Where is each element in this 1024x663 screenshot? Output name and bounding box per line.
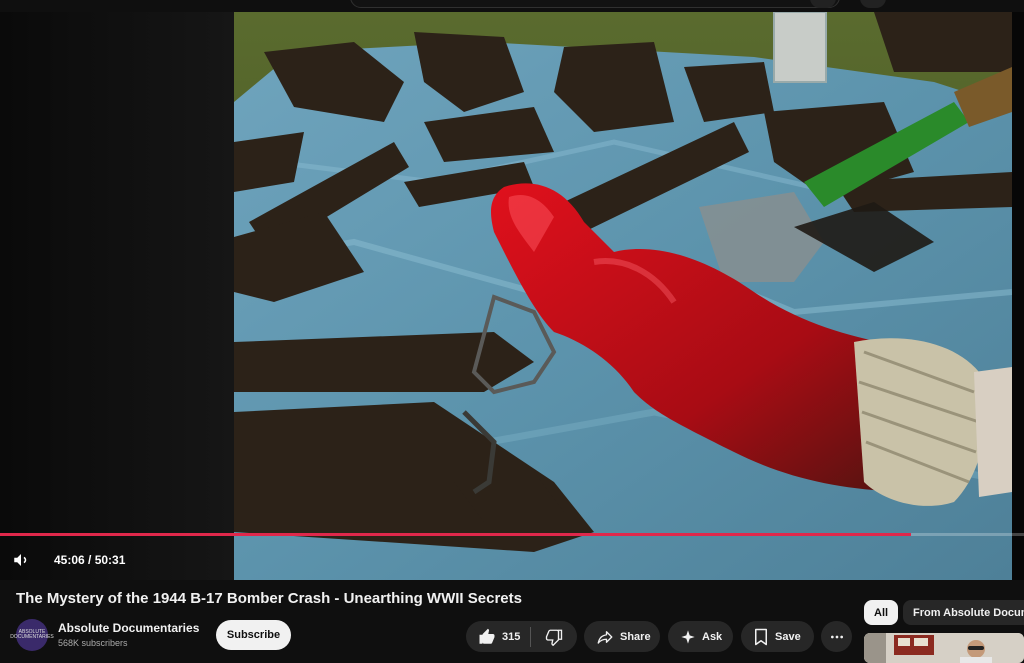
progress-bar[interactable] [0,533,1024,536]
player-letterbox-right [1012,12,1024,580]
save-label: Save [775,630,801,643]
channel-avatar[interactable]: ABSOLUTE DOCUMENTARIES [10,619,54,651]
recommended-video-thumbnail[interactable] [864,633,1024,663]
more-icon [829,629,845,645]
time-display: 45:06 / 50:31 [54,553,126,567]
like-dislike-group: 315 [466,621,577,652]
progress-bar-played [0,533,912,536]
share-button[interactable]: Share [584,621,660,652]
search-bar[interactable] [350,0,840,8]
share-icon [596,628,614,646]
video-player[interactable]: 45:06 / 50:31 [0,12,1024,580]
volume-icon[interactable] [12,551,30,569]
subscribe-button[interactable]: Subscribe [216,620,291,650]
ask-label: Ask [702,630,723,643]
ask-button[interactable]: Ask [668,621,733,652]
save-icon [753,628,769,646]
player-letterbox-left [0,12,234,580]
dislike-button[interactable] [531,621,577,652]
chip-from-channel[interactable]: From Absolute Documentaries [903,600,1024,625]
top-bar [0,0,1024,12]
ask-sparkle-icon [680,629,696,645]
share-label: Share [620,630,651,643]
like-icon [478,628,496,646]
player-controls: 45:06 / 50:31 [0,540,300,580]
subscriber-count: 568K subscribers [58,638,128,648]
more-actions-button[interactable] [821,621,852,652]
video-title: The Mystery of the 1944 B-17 Bomber Cras… [16,590,522,607]
thumbnail-image [864,633,1024,663]
voice-search-button[interactable] [860,0,886,8]
dislike-icon [545,628,563,646]
channel-name[interactable]: Absolute Documentaries [58,621,199,635]
avatar-text: ABSOLUTE DOCUMENTARIES [10,629,54,640]
like-button[interactable]: 315 [466,621,530,652]
chip-all[interactable]: All [864,600,899,625]
video-frame[interactable] [234,12,1012,580]
save-button[interactable]: Save [741,621,814,652]
video-frame-image [234,12,1012,580]
like-count: 315 [502,630,521,643]
